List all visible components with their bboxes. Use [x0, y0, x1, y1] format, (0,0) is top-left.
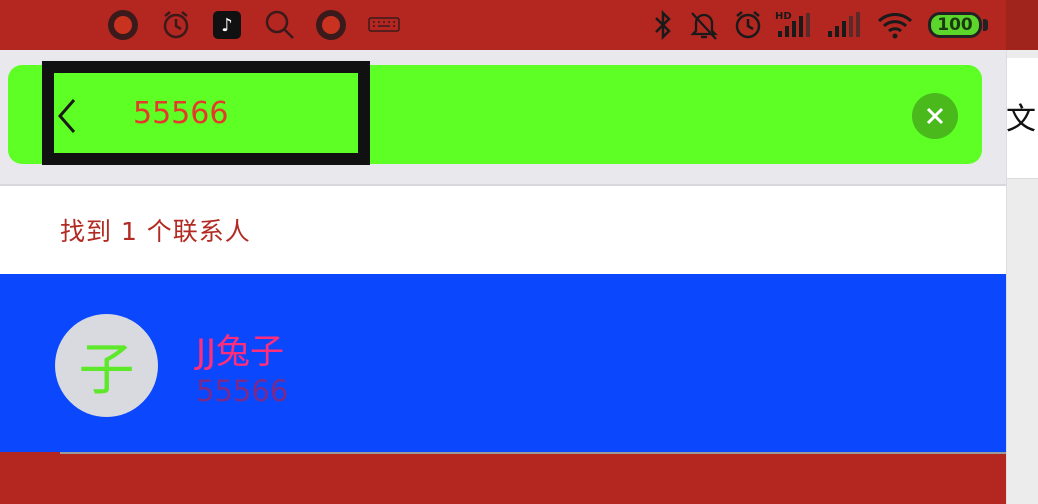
bluetooth-icon: [652, 9, 674, 41]
battery-level: 100: [937, 15, 973, 35]
result-count: 找到 1 个联系人: [60, 217, 251, 246]
record-icon: [316, 10, 346, 40]
alarm-icon: [732, 10, 764, 40]
contact-number: 55566: [196, 374, 289, 408]
result-header: 找到 1 个联系人: [0, 186, 1006, 274]
row-divider-gap: [0, 452, 60, 454]
battery-indicator: 100: [928, 12, 982, 38]
hd-signal-icon: HD: [775, 10, 815, 40]
keyboard-icon: [368, 10, 400, 40]
svg-text:HD: HD: [775, 11, 792, 22]
avatar: 子: [55, 314, 158, 417]
alarm-icon: [160, 10, 192, 40]
side-panel-text: 文: [1006, 102, 1036, 137]
contact-row[interactable]: 子 JJ兔子 55566: [0, 274, 1006, 454]
signal-icon: [826, 10, 864, 40]
focus-highlight: [42, 61, 370, 165]
clear-search-button[interactable]: [912, 93, 958, 139]
record-icon: [108, 10, 138, 40]
close-icon: [926, 107, 944, 125]
search-icon: [264, 10, 296, 40]
contact-name: JJ兔子: [196, 332, 285, 372]
status-bar: ♪ HD 100: [0, 0, 1038, 50]
battery-nub: [983, 19, 988, 31]
side-panel-header: [1006, 0, 1038, 55]
tiktok-icon: ♪: [213, 10, 241, 40]
wifi-icon: [876, 10, 914, 40]
mute-bell-icon: [688, 10, 720, 40]
